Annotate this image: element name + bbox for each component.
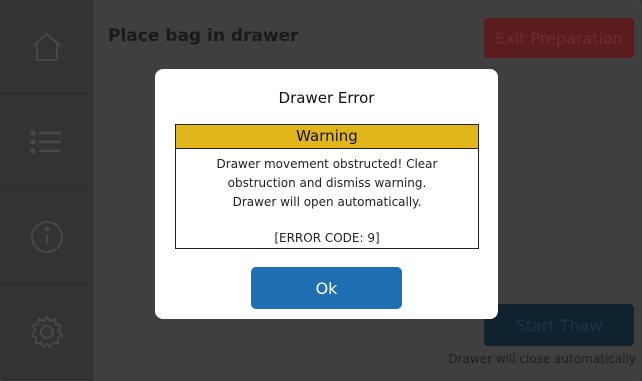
message-line: Drawer will open automatically.: [232, 195, 422, 209]
warning-header: Warning: [176, 125, 478, 149]
error-code: [ERROR CODE: 9]: [274, 231, 380, 245]
error-dialog: Drawer Error Warning Drawer movement obs…: [155, 69, 498, 319]
message-line: obstruction and dismiss warning.: [227, 176, 427, 190]
ok-button[interactable]: Ok: [251, 267, 402, 309]
message-line: Drawer movement obstructed! Clear: [216, 157, 438, 171]
dialog-title: Drawer Error: [278, 89, 375, 107]
warning-message: Drawer movement obstructed! Clear obstru…: [176, 149, 478, 248]
warning-box: Warning Drawer movement obstructed! Clea…: [175, 124, 479, 249]
screen: Place bag in drawer Exit Preparation Sta…: [0, 0, 642, 381]
